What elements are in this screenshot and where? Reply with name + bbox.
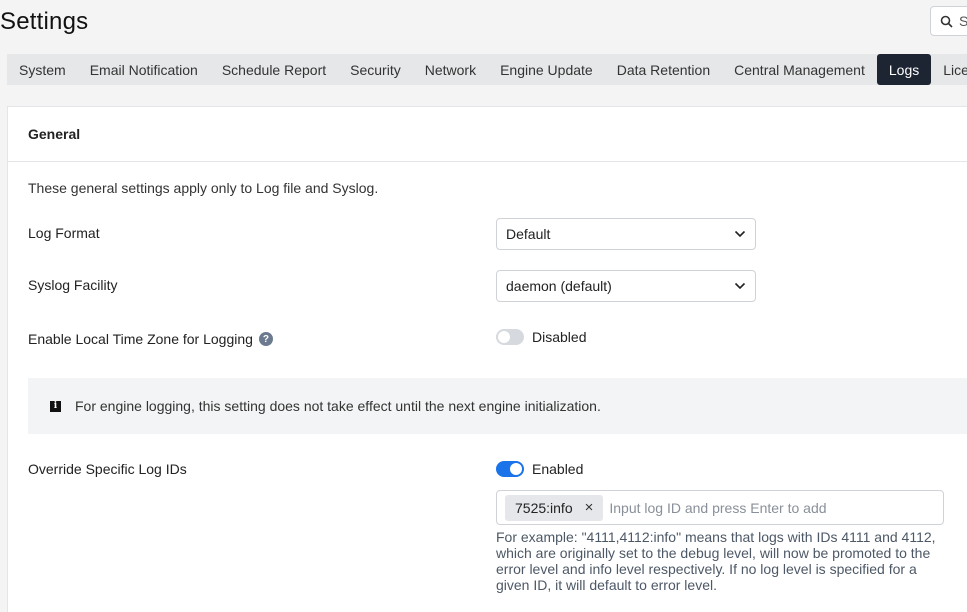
tab-data-retention[interactable]: Data Retention: [605, 54, 722, 85]
page-title: Settings: [0, 8, 89, 35]
log-format-label: Log Format: [28, 225, 100, 241]
tab-license[interactable]: Licen: [931, 54, 967, 85]
info-banner: i For engine logging, this setting does …: [28, 378, 967, 434]
override-log-ids-help-text: For example: "4111,4112:info" means that…: [496, 529, 936, 593]
syslog-facility-label-text: Syslog Facility: [28, 277, 118, 293]
tab-email-notification[interactable]: Email Notification: [78, 54, 210, 85]
local-time-zone-state: Disabled: [532, 329, 587, 345]
syslog-facility-label: Syslog Facility: [28, 277, 117, 293]
info-icon: i: [50, 400, 61, 412]
tab-central-management[interactable]: Central Management: [722, 54, 877, 85]
override-log-ids-toggle-row: Enabled: [496, 461, 583, 477]
search-text: S: [959, 13, 967, 29]
tab-security[interactable]: Security: [338, 54, 413, 85]
local-time-zone-label: Enable Local Time Zone for Logging ?: [28, 331, 273, 347]
tab-schedule-report[interactable]: Schedule Report: [210, 54, 338, 85]
log-format-select[interactable]: Default: [496, 218, 756, 250]
card-title: General: [8, 107, 967, 162]
log-id-tag-input[interactable]: 7525:info ×: [496, 490, 944, 525]
log-id-input-field[interactable]: [609, 499, 910, 516]
log-format-label-text: Log Format: [28, 225, 100, 241]
toggle-knob: [510, 463, 522, 475]
log-id-tag: 7525:info ×: [505, 494, 604, 521]
info-message: For engine logging, this setting does no…: [75, 398, 601, 414]
log-id-tag-label: 7525:info: [515, 499, 573, 516]
intro-text: These general settings apply only to Log…: [28, 180, 379, 196]
override-log-ids-label: Override Specific Log IDs: [28, 461, 187, 477]
search-icon: [940, 15, 953, 28]
tab-system[interactable]: System: [7, 54, 78, 85]
syslog-facility-select[interactable]: daemon (default): [496, 270, 756, 302]
override-log-ids-state: Enabled: [532, 461, 584, 477]
search-input[interactable]: S: [930, 6, 967, 36]
tab-network[interactable]: Network: [413, 54, 488, 85]
override-log-ids-toggle[interactable]: [496, 461, 524, 477]
syslog-facility-value: daemon (default): [506, 278, 612, 294]
chevron-down-icon: [734, 282, 746, 290]
local-time-zone-toggle-row: Disabled: [496, 329, 586, 345]
close-icon[interactable]: ×: [585, 499, 594, 516]
local-time-zone-label-text: Enable Local Time Zone for Logging: [28, 331, 253, 347]
question-icon[interactable]: ?: [258, 332, 273, 346]
local-time-zone-toggle[interactable]: [496, 329, 524, 345]
toggle-knob: [498, 331, 510, 343]
override-log-ids-label-text: Override Specific Log IDs: [28, 461, 187, 477]
tab-engine-update[interactable]: Engine Update: [488, 54, 605, 85]
log-format-value: Default: [506, 226, 551, 242]
settings-tabs: System Email Notification Schedule Repor…: [7, 54, 967, 85]
chevron-down-icon: [734, 230, 746, 238]
tab-logs[interactable]: Logs: [876, 54, 932, 85]
